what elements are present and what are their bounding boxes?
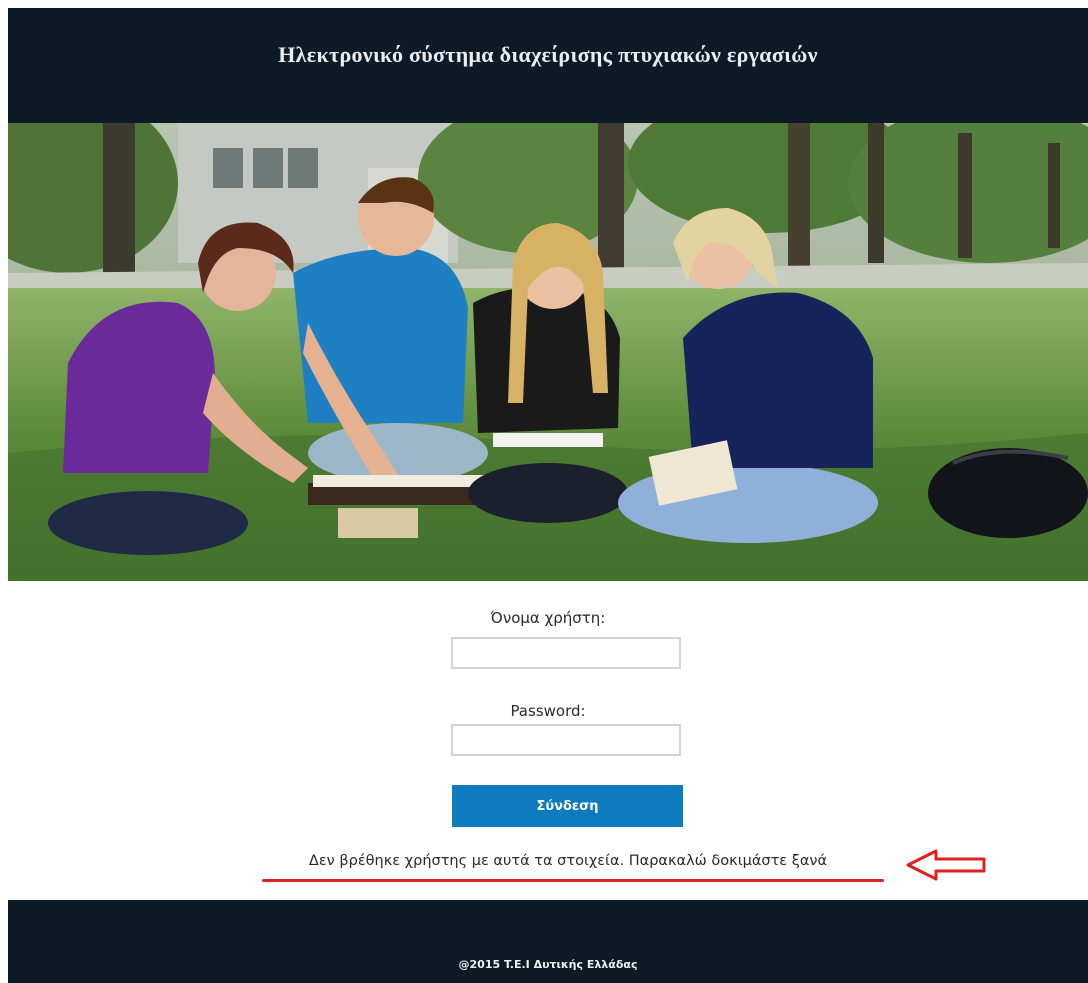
hero-photo — [8, 123, 1088, 581]
arrow-left-outline-icon — [906, 849, 986, 881]
error-underline-annotation — [262, 879, 884, 882]
password-label: Password: — [510, 702, 586, 720]
site-header: Ηλεκτρονικό σύστημα διαχείρισης πτυχιακώ… — [8, 8, 1088, 123]
password-input[interactable] — [451, 724, 681, 756]
site-footer: @2015 T.E.I Δυτικής Ελλάδας — [8, 900, 1088, 983]
site-title: Ηλεκτρονικό σύστημα διαχείρισης πτυχιακώ… — [278, 42, 818, 67]
username-input[interactable] — [451, 637, 681, 669]
login-page: Ηλεκτρονικό σύστημα διαχείρισης πτυχιακώ… — [8, 8, 1088, 983]
login-button[interactable]: Σύνδεση — [452, 785, 683, 827]
username-label: Όνομα χρήστη: — [490, 609, 606, 627]
footer-copyright: @2015 T.E.I Δυτικής Ελλάδας — [458, 958, 638, 971]
